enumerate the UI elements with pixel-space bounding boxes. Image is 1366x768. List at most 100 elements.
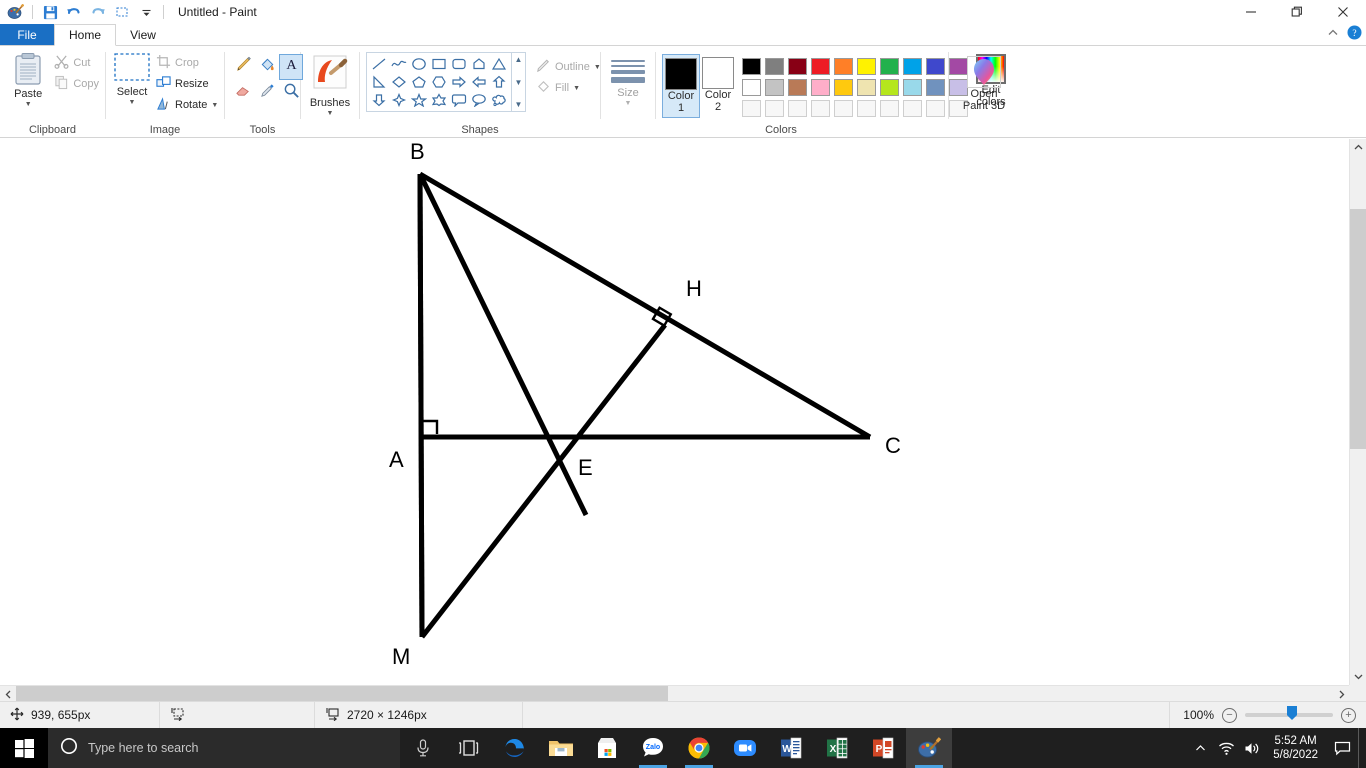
rounded-rectangle-shape[interactable] [449, 55, 469, 73]
clock[interactable]: 5:52 AM 5/8/2022 [1265, 734, 1326, 762]
down-arrow-shape[interactable] [369, 91, 389, 109]
shapes-expand-icon[interactable]: ▼ [515, 100, 523, 109]
magnifier-tool[interactable] [279, 80, 303, 106]
color-palette[interactable] [740, 56, 970, 119]
customize-dropdown-icon[interactable] [135, 1, 157, 23]
microsoft-store-icon[interactable] [584, 728, 630, 768]
show-hidden-icons-icon[interactable] [1187, 728, 1213, 768]
cloud-callout-shape[interactable] [489, 91, 509, 109]
color-2-button[interactable]: Color 2 [700, 54, 736, 116]
palette-swatch-1-4[interactable] [811, 58, 830, 75]
palette-swatch-3-6[interactable] [857, 100, 876, 117]
zoom-icon[interactable] [722, 728, 768, 768]
action-center-icon[interactable] [1326, 728, 1358, 768]
zoom-in-button[interactable]: + [1341, 707, 1356, 723]
palette-swatch-2-2[interactable] [765, 79, 784, 96]
copy-button[interactable]: Copy [54, 73, 99, 94]
scroll-right-icon[interactable] [1333, 686, 1349, 702]
palette-swatch-3-8[interactable] [903, 100, 922, 117]
pencil-tool[interactable] [231, 54, 255, 80]
palette-swatch-3-7[interactable] [880, 100, 899, 117]
palette-swatch-3-3[interactable] [788, 100, 807, 117]
palette-swatch-2-6[interactable] [857, 79, 876, 96]
up-arrow-shape[interactable] [489, 73, 509, 91]
resize-button[interactable]: Resize [156, 73, 218, 94]
palette-swatch-2-1[interactable] [742, 79, 761, 96]
zoom-slider-track[interactable] [1245, 706, 1333, 720]
cut-button[interactable]: Cut [54, 52, 99, 73]
maximize-button[interactable] [1274, 0, 1320, 24]
palette-swatch-3-5[interactable] [834, 100, 853, 117]
outline-dropdown-caret[interactable]: ▼ [594, 64, 601, 71]
help-icon[interactable]: ? [1347, 25, 1362, 45]
excel-icon[interactable]: X [814, 728, 860, 768]
crop-button[interactable]: Crop [156, 52, 218, 73]
horizontal-scrollbar[interactable] [0, 685, 1349, 702]
palette-swatch-2-3[interactable] [788, 79, 807, 96]
palette-swatch-1-7[interactable] [880, 58, 899, 75]
oval-callout-shape[interactable] [469, 91, 489, 109]
eraser-tool[interactable] [231, 80, 255, 106]
palette-swatch-3-9[interactable] [926, 100, 945, 117]
powerpoint-icon[interactable]: P [860, 728, 906, 768]
task-view-icon[interactable] [446, 728, 492, 768]
open-paint3d-button[interactable]: Open Paint 3D [955, 56, 1013, 112]
undo-icon[interactable] [63, 1, 85, 23]
palette-swatch-1-1[interactable] [742, 58, 761, 75]
select-button[interactable]: Select ▼ [112, 50, 152, 106]
palette-swatch-1-2[interactable] [765, 58, 784, 75]
left-arrow-shape[interactable] [469, 73, 489, 91]
paste-button[interactable]: Paste ▼ [6, 50, 50, 108]
text-tool[interactable]: A [279, 54, 303, 80]
wifi-icon[interactable] [1213, 728, 1239, 768]
polygon-shape[interactable] [469, 55, 489, 73]
rounded-callout-shape[interactable] [449, 91, 469, 109]
pentagon-shape[interactable] [409, 73, 429, 91]
shapes-scroll-down-icon[interactable]: ▼ [515, 78, 523, 87]
hexagon-shape[interactable] [429, 73, 449, 91]
save-icon[interactable] [39, 1, 61, 23]
vertical-scrollbar[interactable] [1349, 139, 1366, 685]
zoom-out-button[interactable]: − [1222, 707, 1237, 723]
palette-swatch-3-1[interactable] [742, 100, 761, 117]
scroll-up-icon[interactable] [1350, 139, 1366, 156]
shapes-scroll-controls[interactable]: ▲ ▼ ▼ [512, 52, 526, 112]
file-explorer-icon[interactable] [538, 728, 584, 768]
palette-swatch-2-9[interactable] [926, 79, 945, 96]
customize-dashed-icon[interactable] [111, 1, 133, 23]
paste-dropdown-caret[interactable]: ▼ [25, 101, 32, 108]
tab-home[interactable]: Home [54, 24, 117, 46]
word-icon[interactable]: W [768, 728, 814, 768]
start-button[interactable] [0, 728, 48, 768]
brushes-dropdown-caret[interactable]: ▼ [327, 110, 334, 117]
palette-swatch-2-4[interactable] [811, 79, 830, 96]
rotate-dropdown-caret[interactable]: ▼ [211, 102, 218, 109]
zoom-slider-thumb[interactable] [1287, 706, 1297, 720]
curve-shape[interactable] [389, 55, 409, 73]
shapes-scroll-up-icon[interactable]: ▲ [515, 55, 523, 64]
zalo-icon[interactable]: Zalo [630, 728, 676, 768]
palette-swatch-1-9[interactable] [926, 58, 945, 75]
fill-dropdown-caret[interactable]: ▼ [573, 85, 580, 92]
triangle-shape[interactable] [489, 55, 509, 73]
diamond-shape[interactable] [389, 73, 409, 91]
vertical-scroll-thumb[interactable] [1350, 209, 1366, 449]
speaker-icon[interactable] [1239, 728, 1265, 768]
line-shape[interactable] [369, 55, 389, 73]
rotate-button[interactable]: Rotate ▼ [156, 94, 218, 115]
search-box[interactable]: Type here to search [48, 728, 400, 768]
tab-file[interactable]: File [0, 24, 54, 45]
outline-button[interactable]: Outline ▼ [536, 56, 601, 77]
four-point-star-shape[interactable] [389, 91, 409, 109]
palette-swatch-2-7[interactable] [880, 79, 899, 96]
five-point-star-shape[interactable] [409, 91, 429, 109]
palette-swatch-2-8[interactable] [903, 79, 922, 96]
fill-tool[interactable] [255, 54, 279, 80]
cortana-microphone-icon[interactable] [400, 728, 446, 768]
tab-view[interactable]: View [116, 24, 170, 45]
chrome-icon[interactable] [676, 728, 722, 768]
palette-swatch-1-3[interactable] [788, 58, 807, 75]
collapse-ribbon-icon[interactable] [1327, 26, 1339, 44]
select-dropdown-caret[interactable]: ▼ [129, 99, 136, 106]
paint-canvas[interactable]: B H C A E M [0, 139, 1349, 685]
